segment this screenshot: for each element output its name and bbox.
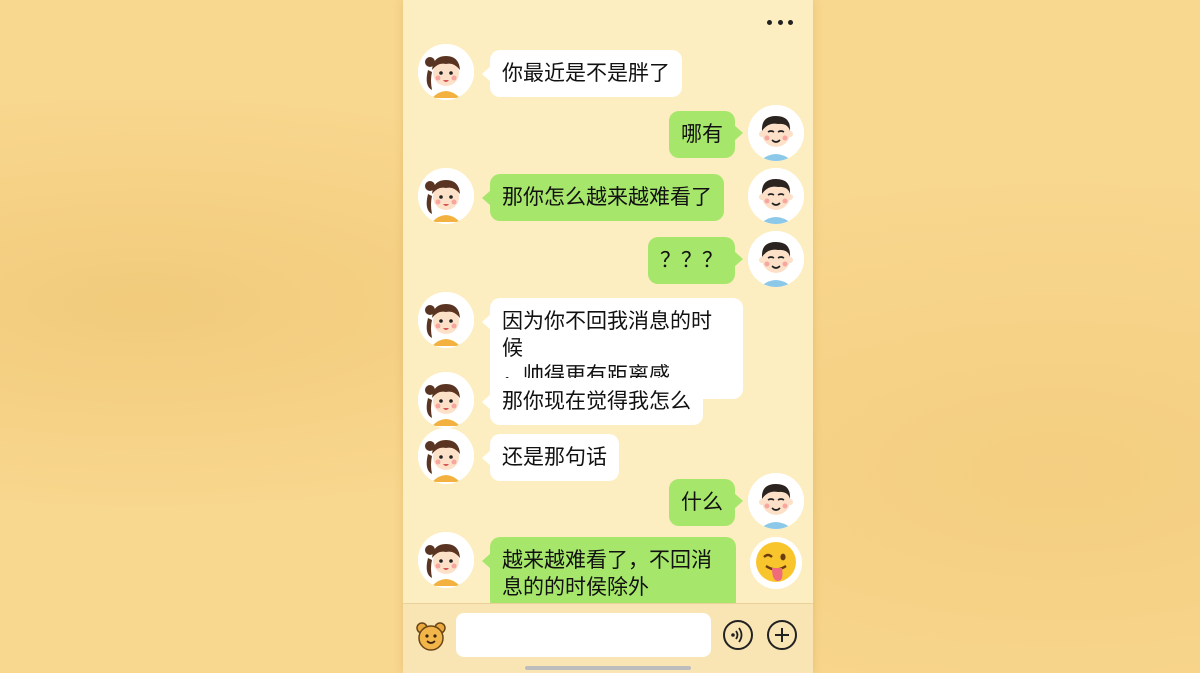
boy-avatar[interactable]: [748, 168, 804, 224]
girl-avatar[interactable]: [418, 532, 474, 588]
tongue-wink-emoji-icon: [748, 535, 804, 591]
input-bar: [403, 603, 813, 673]
girl-avatar[interactable]: [418, 292, 474, 348]
girl-avatar[interactable]: [418, 168, 474, 224]
girl-avatar[interactable]: [418, 428, 474, 484]
boy-avatar[interactable]: [748, 473, 804, 529]
girl-avatar[interactable]: [418, 44, 474, 100]
bear-emoji-icon[interactable]: [415, 620, 447, 652]
voice-icon[interactable]: [723, 620, 753, 650]
message-bubble[interactable]: 哪有: [669, 111, 743, 158]
plus-icon[interactable]: [767, 620, 797, 650]
message-bubble[interactable]: 什么: [669, 479, 743, 526]
message-input[interactable]: [456, 613, 711, 657]
girl-avatar[interactable]: [418, 372, 474, 428]
message-bubble[interactable]: 越来越难看了，不回消 息的的时侯除外: [482, 537, 736, 611]
more-dots-icon[interactable]: [767, 12, 793, 32]
message-bubble[interactable]: 还是那句话: [482, 434, 619, 481]
boy-avatar[interactable]: [748, 105, 804, 161]
home-indicator: [525, 666, 691, 670]
message-bubble[interactable]: 那你现在觉得我怎么: [482, 378, 703, 425]
message-bubble[interactable]: 那你怎么越来越难看了: [482, 174, 724, 221]
message-bubble[interactable]: 你最近是不是胖了: [482, 50, 682, 97]
boy-avatar[interactable]: [748, 231, 804, 287]
chat-screen: 你最近是不是胖了 哪有 那你怎么越来越难看了 ？？？ 因为你不回我消息的时候 ，…: [403, 0, 813, 673]
message-bubble[interactable]: ？？？: [648, 237, 743, 284]
